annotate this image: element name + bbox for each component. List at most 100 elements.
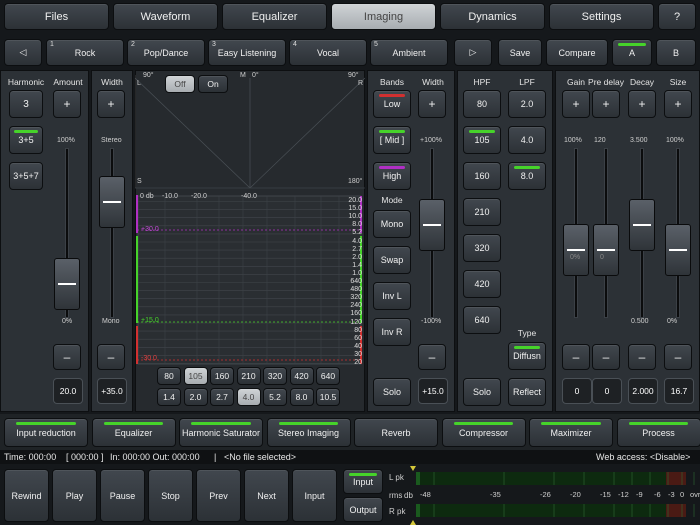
preset-next-button[interactable]: ▷ [454, 39, 492, 66]
size-plus-button[interactable]: + [664, 90, 692, 118]
mode-inv-r-button[interactable]: Inv R [373, 318, 411, 346]
preset-a-button[interactable]: A [612, 39, 652, 66]
type-reflect-button[interactable]: Reflect [508, 378, 546, 406]
preset-b-button[interactable]: B [656, 39, 696, 66]
lpf-8-0-button[interactable]: 8.0 [508, 162, 546, 190]
gain-plus-button[interactable]: + [562, 90, 590, 118]
module-process-button[interactable]: Process [616, 418, 700, 447]
band-width-minus-button[interactable]: – [418, 344, 446, 370]
module-maximizer-button[interactable]: Maximizer [529, 418, 613, 447]
lpf-freq-1-4-button[interactable]: 1.4 [157, 388, 181, 406]
transport-prev-button[interactable]: Prev [196, 469, 241, 522]
tab-equalizer[interactable]: Equalizer [222, 3, 327, 30]
band-width-plus-button[interactable]: + [418, 90, 446, 118]
gain-minus-button[interactable]: – [562, 344, 590, 370]
module-input-reduction-button[interactable]: Input reduction [4, 418, 88, 447]
hpf-freq-210-button[interactable]: 210 [236, 367, 261, 385]
preset-1-button[interactable]: 1 Rock [46, 39, 124, 66]
module-reverb-button[interactable]: Reverb [354, 418, 438, 447]
display-off-button[interactable]: Off [165, 75, 195, 93]
harmonic-357-button[interactable]: 3+5+7 [9, 162, 43, 190]
size-minus-button[interactable]: – [664, 344, 692, 370]
transport-play-button[interactable]: Play [52, 469, 97, 522]
hpf-320-button[interactable]: 320 [463, 234, 501, 262]
tab-settings[interactable]: Settings [549, 3, 654, 30]
transport-pause-button[interactable]: Pause [100, 469, 145, 522]
band-high-button[interactable]: High [373, 162, 411, 190]
output-source-button[interactable]: Output [343, 497, 383, 522]
hpf-160-button[interactable]: 160 [463, 162, 501, 190]
lpf-freq-2-0-button[interactable]: 2.0 [183, 388, 208, 406]
preset-4-button[interactable]: 4 Vocal [289, 39, 367, 66]
decay-slider-knob[interactable] [629, 198, 655, 251]
predelay-plus-button[interactable]: + [592, 90, 620, 118]
decay-plus-button[interactable]: + [628, 90, 656, 118]
mode-mono-button[interactable]: Mono [373, 210, 411, 238]
hpf-640-button[interactable]: 640 [463, 306, 501, 334]
size-slider-knob[interactable] [665, 224, 691, 276]
band-low-button[interactable]: Low [373, 90, 411, 118]
deg-left-label: 90° [143, 72, 154, 79]
time-readout: Time: 000:00 [4, 452, 57, 462]
compare-button[interactable]: Compare [546, 39, 608, 66]
tab-waveform[interactable]: Waveform [113, 3, 218, 30]
band-mid-button[interactable]: [ Mid ] [373, 126, 411, 154]
mode-inv-l-button[interactable]: Inv L [373, 282, 411, 310]
hpf-freq-420-button[interactable]: 420 [289, 367, 314, 385]
hpf-freq-105-button[interactable]: 105 [183, 367, 208, 385]
hpf-105-button[interactable]: 105 [463, 126, 501, 154]
display-on-button[interactable]: On [198, 75, 228, 93]
hpf-freq-320-button[interactable]: 320 [263, 367, 287, 385]
lpf-freq-5-2-button[interactable]: 5.2 [263, 388, 287, 406]
lpf-4-0-button[interactable]: 4.0 [508, 126, 546, 154]
transport-next-button[interactable]: Next [244, 469, 289, 522]
hpf-freq-640-button[interactable]: 640 [316, 367, 340, 385]
transport-rewind-button[interactable]: Rewind [4, 469, 49, 522]
web-access[interactable]: Web access: <Disable> [596, 452, 690, 462]
width-slider-track[interactable] [110, 148, 114, 318]
preset-5-button[interactable]: 5 Ambient [370, 39, 448, 66]
type-diffusn-button[interactable]: Diffusn [508, 342, 546, 370]
tab-help[interactable]: ? [658, 3, 696, 30]
predelay-minus-button[interactable]: – [592, 344, 620, 370]
amount-slider-knob[interactable] [54, 258, 80, 310]
predelay-slider-knob[interactable] [593, 224, 619, 276]
lpf-freq-10-5-button[interactable]: 10.5 [316, 388, 340, 406]
width-slider-knob[interactable] [99, 176, 125, 229]
transport-input-button[interactable]: Input [292, 469, 337, 522]
module-stereo-imaging-button[interactable]: Stereo Imaging [266, 418, 351, 447]
lpf-freq-4-0-button[interactable]: 4.0 [236, 388, 261, 406]
amount-minus-button[interactable]: – [53, 344, 81, 370]
mode-swap-button[interactable]: Swap [373, 246, 411, 274]
hpf-freq-80-button[interactable]: 80 [157, 367, 181, 385]
hpf-420-button[interactable]: 420 [463, 270, 501, 298]
lpf-freq-2-7-button[interactable]: 2.7 [210, 388, 234, 406]
gain-slider-knob[interactable] [563, 224, 589, 276]
hpf-80-button[interactable]: 80 [463, 90, 501, 118]
hpf-freq-160-button[interactable]: 160 [210, 367, 234, 385]
module-equalizer-button[interactable]: Equalizer [91, 418, 176, 447]
harmonic-35-button[interactable]: 3+5 [9, 126, 43, 154]
decay-minus-button[interactable]: – [628, 344, 656, 370]
preset-3-button[interactable]: 3 Easy Listening [208, 39, 286, 66]
width-plus-button[interactable]: + [97, 90, 125, 118]
transport-stop-button[interactable]: Stop [148, 469, 193, 522]
band-width-slider-knob[interactable] [419, 198, 445, 251]
width-minus-button[interactable]: – [97, 344, 125, 370]
module-compressor-button[interactable]: Compressor [441, 418, 526, 447]
harmonic-3-button[interactable]: 3 [9, 90, 43, 118]
lpf-freq-8-0-button[interactable]: 8.0 [289, 388, 314, 406]
filter-solo-button[interactable]: Solo [463, 378, 501, 406]
preset-prev-button[interactable]: ◁ [4, 39, 42, 66]
amount-plus-button[interactable]: + [53, 90, 81, 118]
tab-dynamics[interactable]: Dynamics [440, 3, 545, 30]
save-button[interactable]: Save [498, 39, 542, 66]
input-source-button[interactable]: Input [343, 469, 383, 494]
preset-2-button[interactable]: 2 Pop/Dance [127, 39, 205, 66]
lpf-2-0-button[interactable]: 2.0 [508, 90, 546, 118]
hpf-210-button[interactable]: 210 [463, 198, 501, 226]
module-harmonic-saturator-button[interactable]: Harmonic Saturator [179, 418, 263, 447]
tab-files[interactable]: Files [4, 3, 109, 30]
band-solo-button[interactable]: Solo [373, 378, 411, 406]
tab-imaging[interactable]: Imaging [331, 3, 436, 30]
